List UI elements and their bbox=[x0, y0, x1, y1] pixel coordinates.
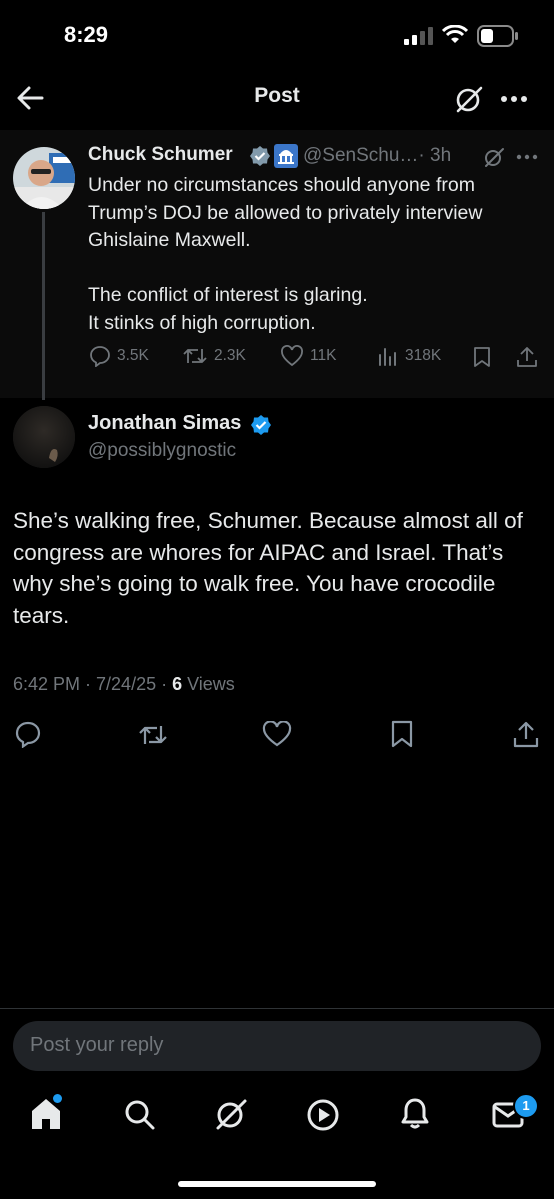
views-label: Views bbox=[182, 674, 235, 694]
views-icon bbox=[377, 345, 399, 367]
repost-count: 2.3K bbox=[214, 347, 246, 364]
post-time: · 3h bbox=[418, 145, 452, 166]
status-time: 8:29 bbox=[64, 22, 109, 47]
grok-icon[interactable] bbox=[214, 1097, 248, 1131]
author-handle[interactable]: @possiblygnostic bbox=[88, 440, 236, 462]
wifi-icon bbox=[442, 25, 468, 45]
verified-icon bbox=[250, 414, 272, 436]
battery-icon bbox=[477, 25, 519, 47]
verified-icon bbox=[249, 145, 271, 167]
repost-icon bbox=[182, 345, 208, 367]
like-button[interactable]: 11K bbox=[280, 345, 336, 367]
more-icon[interactable] bbox=[500, 95, 528, 103]
search-icon[interactable] bbox=[124, 1099, 156, 1131]
author-name[interactable]: Chuck Schumer bbox=[88, 144, 233, 166]
repost-button[interactable]: 2.3K bbox=[182, 345, 246, 367]
bookmark-icon[interactable] bbox=[390, 720, 414, 748]
home-indicator[interactable] bbox=[178, 1181, 376, 1187]
divider bbox=[0, 1008, 554, 1009]
bookmark-icon[interactable] bbox=[472, 346, 492, 368]
post-metadata: 6:42 PM · 7/24/25 · 6 Views bbox=[13, 674, 235, 695]
reply-icon[interactable] bbox=[14, 720, 42, 748]
reply-button[interactable]: 3.5K bbox=[89, 345, 149, 367]
like-count: 11K bbox=[310, 347, 337, 364]
reply-placeholder: Post your reply bbox=[30, 1034, 164, 1056]
post-timestamp: 6:42 PM · 7/24/25 · bbox=[13, 674, 173, 694]
post-text: She’s walking free, Schumer. Because alm… bbox=[13, 508, 523, 628]
home-notification-dot bbox=[53, 1094, 62, 1103]
views-count: 318K bbox=[405, 347, 442, 364]
grok-icon[interactable] bbox=[454, 84, 484, 114]
reply-count: 3.5K bbox=[117, 347, 149, 364]
play-icon[interactable] bbox=[306, 1098, 340, 1132]
views-count: 6 bbox=[172, 674, 183, 694]
reply-icon bbox=[89, 345, 111, 367]
post-text: Under no circumstances should anyone fro… bbox=[88, 174, 483, 334]
share-icon[interactable] bbox=[512, 719, 540, 749]
author-handle[interactable]: @SenSchu…· 3h bbox=[303, 145, 451, 167]
avatar[interactable] bbox=[13, 406, 75, 468]
like-icon bbox=[280, 345, 304, 367]
bell-icon[interactable] bbox=[400, 1097, 430, 1131]
author-name[interactable]: Jonathan Simas bbox=[88, 412, 241, 435]
more-icon[interactable] bbox=[516, 154, 538, 160]
views-button[interactable]: 318K bbox=[377, 345, 441, 367]
signal-icon bbox=[404, 27, 434, 45]
capitol-icon bbox=[274, 144, 298, 168]
thread-line bbox=[42, 212, 45, 400]
messages-badge: 1 bbox=[513, 1093, 539, 1119]
avatar[interactable] bbox=[13, 147, 75, 209]
grok-icon[interactable] bbox=[483, 146, 505, 168]
share-icon[interactable] bbox=[515, 345, 539, 369]
like-icon[interactable] bbox=[262, 721, 292, 747]
repost-icon[interactable] bbox=[137, 722, 169, 748]
